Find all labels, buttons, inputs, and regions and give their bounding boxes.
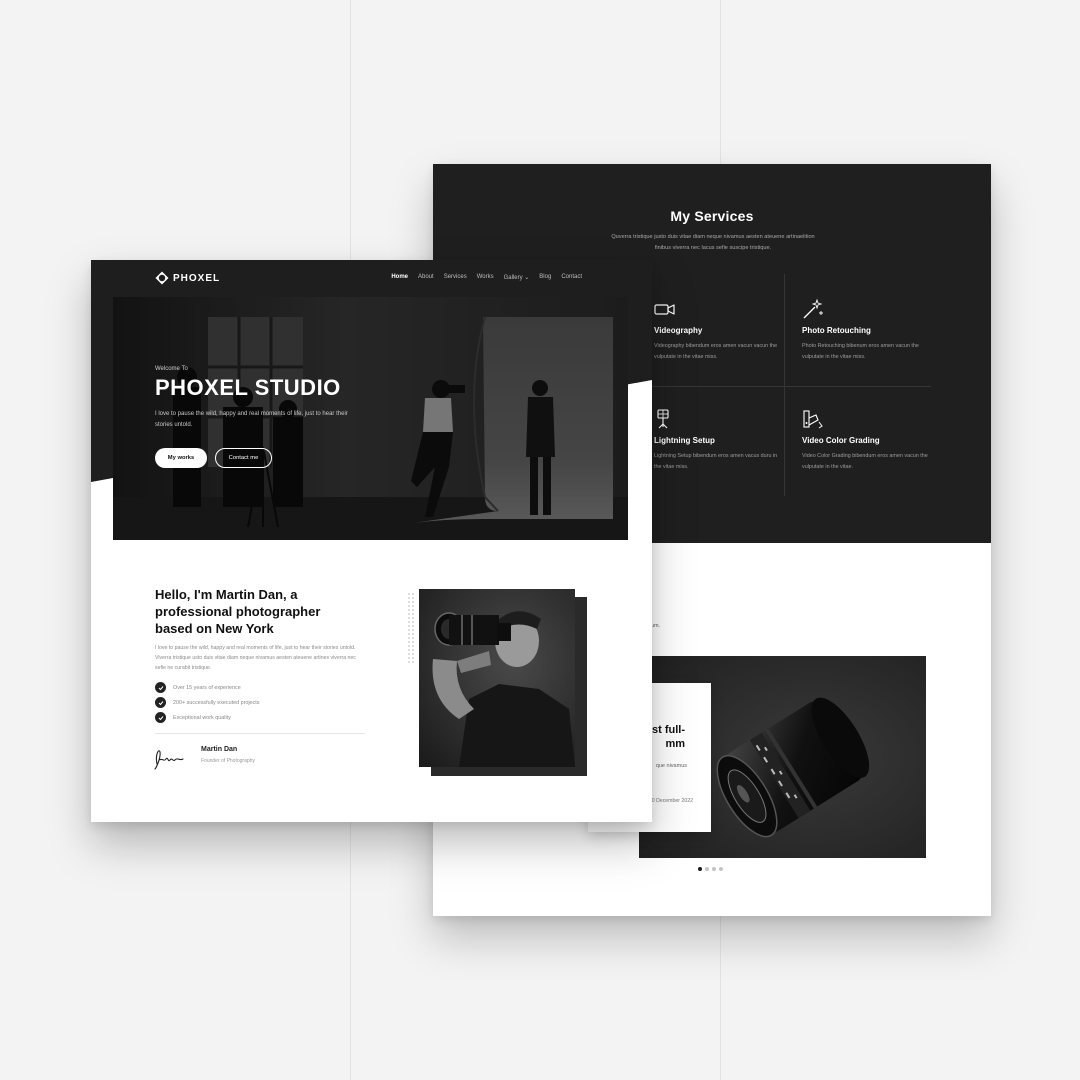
about-divider (155, 733, 365, 734)
color-grading-icon (803, 410, 823, 429)
hero-description: I love to pause the wild, happy and real… (155, 411, 348, 428)
contact-me-button[interactable]: Contact me (215, 448, 272, 468)
hero-banner: Welcome To PHOXEL STUDIO I love to pause… (113, 297, 628, 540)
carousel-pagination (698, 867, 723, 871)
service-description: Videography bibendum eros amen vacun vac… (654, 343, 778, 360)
logo-icon (155, 271, 169, 285)
carousel-dot[interactable] (719, 867, 723, 871)
service-name: Photo Retouching (802, 326, 871, 335)
logo[interactable]: PHOXEL (155, 271, 220, 285)
author-name: Martin Dan (201, 746, 238, 753)
check-icon (155, 682, 166, 693)
service-lightning-setup[interactable]: Lightning Setup Lightning Setup bibendum… (654, 408, 784, 472)
carousel-dot[interactable] (698, 867, 702, 871)
author-role: Founder of Photography (201, 758, 255, 764)
service-photo-retouching[interactable]: Photo Retouching Photo Retouching bibenu… (802, 298, 932, 362)
blog-snippet-text: um. (651, 623, 661, 629)
service-description: Photo Retouching bibenum eros amen vacun… (802, 343, 919, 360)
nav-works[interactable]: Works (477, 274, 494, 281)
service-name: Lightning Setup (654, 436, 715, 445)
service-video-color-grading[interactable]: Video Color Grading Video Color Grading … (802, 408, 932, 472)
service-name: Video Color Grading (802, 436, 880, 445)
hero-title: PHOXEL STUDIO (155, 375, 341, 400)
photographer-illustration (419, 589, 575, 767)
carousel-dot[interactable] (705, 867, 709, 871)
my-works-button[interactable]: My works (155, 448, 207, 468)
services-subtitle: Quverra tristique justo duis vitae diam … (611, 234, 815, 251)
video-camera-icon (654, 304, 675, 315)
nav-menu: Home About Services Works Gallery ⌄ Blog… (391, 274, 582, 281)
service-description: Video Color Grading bibendum eros amen v… (802, 453, 928, 470)
nav-about[interactable]: About (418, 274, 434, 281)
decorative-dot-grid (408, 593, 414, 663)
check-icon (155, 712, 166, 723)
check-icon (155, 697, 166, 708)
service-description: Lightning Setup bibendum eros amen vacus… (654, 453, 778, 470)
photographer-portrait (419, 589, 575, 767)
nav-home[interactable]: Home (391, 274, 408, 281)
blog-card-title-line: mm (665, 738, 685, 750)
blog-card-excerpt: que nivamus (655, 763, 687, 769)
carousel-dot[interactable] (712, 867, 716, 871)
services-title: My Services (670, 208, 754, 224)
checklist-item: Exceptional work quality (155, 710, 259, 725)
blog-card-date: 0 December 2022 (651, 798, 693, 804)
magic-wand-icon (803, 298, 823, 319)
home-page-mockup: PHOXEL Home About Services Works Gallery… (91, 260, 652, 822)
hero-welcome-text: Welcome To (155, 366, 188, 372)
services-divider (651, 386, 931, 387)
signature-image (154, 750, 184, 770)
nav-services[interactable]: Services (444, 274, 467, 281)
service-name: Videography (654, 326, 703, 335)
blog-card-title-line: st full- (652, 724, 685, 736)
logo-text: PHOXEL (173, 272, 221, 284)
about-text: I love to pause the wild, happy and real… (155, 645, 356, 671)
checklist-label: Over 15 years of experience (173, 684, 241, 691)
nav-gallery[interactable]: Gallery ⌄ (504, 274, 530, 281)
services-divider (784, 274, 785, 496)
checklist-item: 200+ successfully executed projects (155, 695, 259, 710)
about-heading: Hello, I'm Martin Dan, a professional ph… (155, 587, 321, 636)
light-setup-icon (657, 409, 669, 429)
experience-checklist: Over 15 years of experience 200+ success… (155, 680, 259, 725)
checklist-item: Over 15 years of experience (155, 680, 259, 695)
nav-contact[interactable]: Contact (561, 274, 582, 281)
nav-blog[interactable]: Blog (539, 274, 551, 281)
navbar: PHOXEL Home About Services Works Gallery… (91, 260, 652, 297)
checklist-label: Exceptional work quality (173, 714, 231, 721)
blog-card-title: st full- mm (652, 723, 685, 751)
checklist-label: 200+ successfully executed projects (173, 699, 260, 706)
service-videography[interactable]: Videography Videography bibendum eros am… (654, 298, 784, 362)
